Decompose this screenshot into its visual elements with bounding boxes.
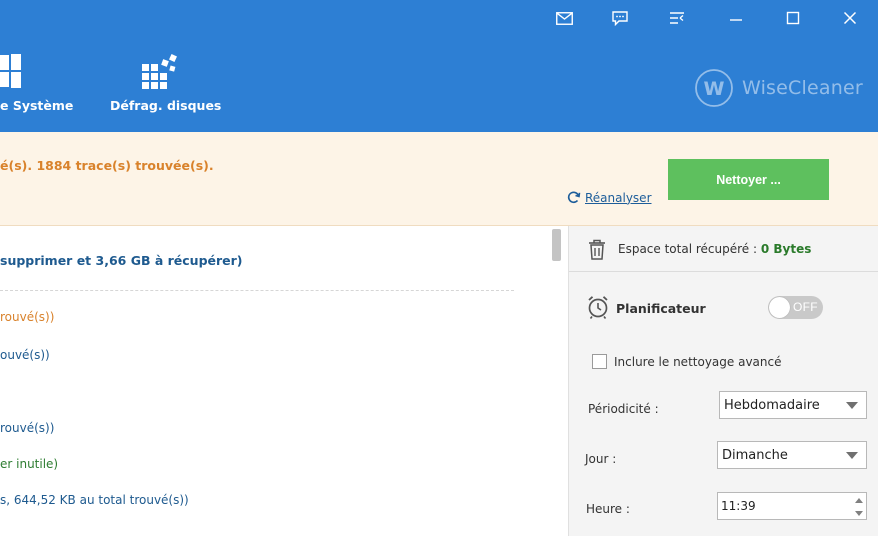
defrag-icon <box>141 54 181 95</box>
maximize-icon[interactable] <box>779 6 807 30</box>
rescan-link[interactable]: Réanalyser <box>566 190 652 205</box>
recovered-space-row: Espace total récupéré : 0 Bytes <box>569 226 878 272</box>
list-item[interactable]: rouvé(s)) <box>0 421 54 435</box>
close-icon[interactable] <box>836 6 864 30</box>
day-label: Jour : <box>585 452 617 466</box>
chevron-down-icon <box>846 452 858 459</box>
windows-icon <box>0 54 22 93</box>
minimize-icon[interactable] <box>722 6 750 30</box>
list-item[interactable]: rouvé(s)) <box>0 310 54 324</box>
frequency-label: Périodicité : <box>588 402 659 416</box>
trash-icon <box>588 239 606 263</box>
time-label: Heure : <box>586 502 630 516</box>
results-list: supprimer et 3,66 GB à récupérer) rouvé(… <box>0 226 568 536</box>
spin-up-icon[interactable] <box>854 494 864 506</box>
nav-defrag[interactable] <box>141 54 181 95</box>
results-header: supprimer et 3,66 GB à récupérer) <box>0 253 243 268</box>
list-item[interactable]: er inutile) <box>0 457 58 471</box>
list-item[interactable]: s, 644,52 KB au total trouvé(s)) <box>0 493 189 507</box>
scheduler-toggle[interactable]: OFF <box>768 296 823 319</box>
brand-logo: W WiseCleaner <box>694 68 863 108</box>
day-value: Dimanche <box>722 447 788 463</box>
chevron-down-icon <box>846 402 858 409</box>
toggle-knob <box>769 297 790 318</box>
feedback-icon[interactable] <box>606 6 634 30</box>
menu-icon[interactable] <box>663 6 691 30</box>
side-panel: Espace total récupéré : 0 Bytes Planific… <box>568 226 878 536</box>
svg-text:W: W <box>704 78 725 100</box>
nav-defrag-label[interactable]: Défrag. disques <box>110 98 221 113</box>
clean-button[interactable]: Nettoyer ... <box>668 159 829 200</box>
time-value[interactable]: 11:39 <box>721 499 756 513</box>
app-header: e Système Défrag. disques W WiseCleaner <box>0 0 878 132</box>
spin-down-icon[interactable] <box>854 507 864 519</box>
refresh-icon <box>567 191 581 204</box>
advanced-clean-checkbox[interactable] <box>592 354 607 369</box>
frequency-value: Hebdomadaire <box>724 397 820 413</box>
scheduler-label: Planificateur <box>616 301 706 316</box>
alarm-clock-icon <box>587 295 609 322</box>
frequency-select[interactable]: Hebdomadaire <box>719 391 867 419</box>
advanced-clean-label[interactable]: Inclure le nettoyage avancé <box>614 355 781 369</box>
divider <box>0 290 514 291</box>
nav-system-label[interactable]: e Système <box>0 98 73 113</box>
toggle-state: OFF <box>793 300 818 314</box>
rescan-label[interactable]: Réanalyser <box>585 191 652 205</box>
recovered-space-label: Espace total récupéré : 0 Bytes <box>618 242 812 256</box>
wisecleaner-logo-icon: W <box>695 69 733 107</box>
result-banner: é(s). 1884 trace(s) trouvée(s). Nettoyer… <box>0 132 878 226</box>
time-spinner[interactable]: 11:39 <box>717 492 867 520</box>
list-item[interactable]: ouvé(s)) <box>0 348 50 362</box>
scan-summary: é(s). 1884 trace(s) trouvée(s). <box>0 158 214 173</box>
day-select[interactable]: Dimanche <box>717 441 867 469</box>
recovered-space-value: 0 Bytes <box>760 242 812 256</box>
mail-icon[interactable] <box>550 6 578 30</box>
scrollbar-thumb[interactable] <box>552 229 561 261</box>
brand-name: WiseCleaner <box>742 77 863 99</box>
